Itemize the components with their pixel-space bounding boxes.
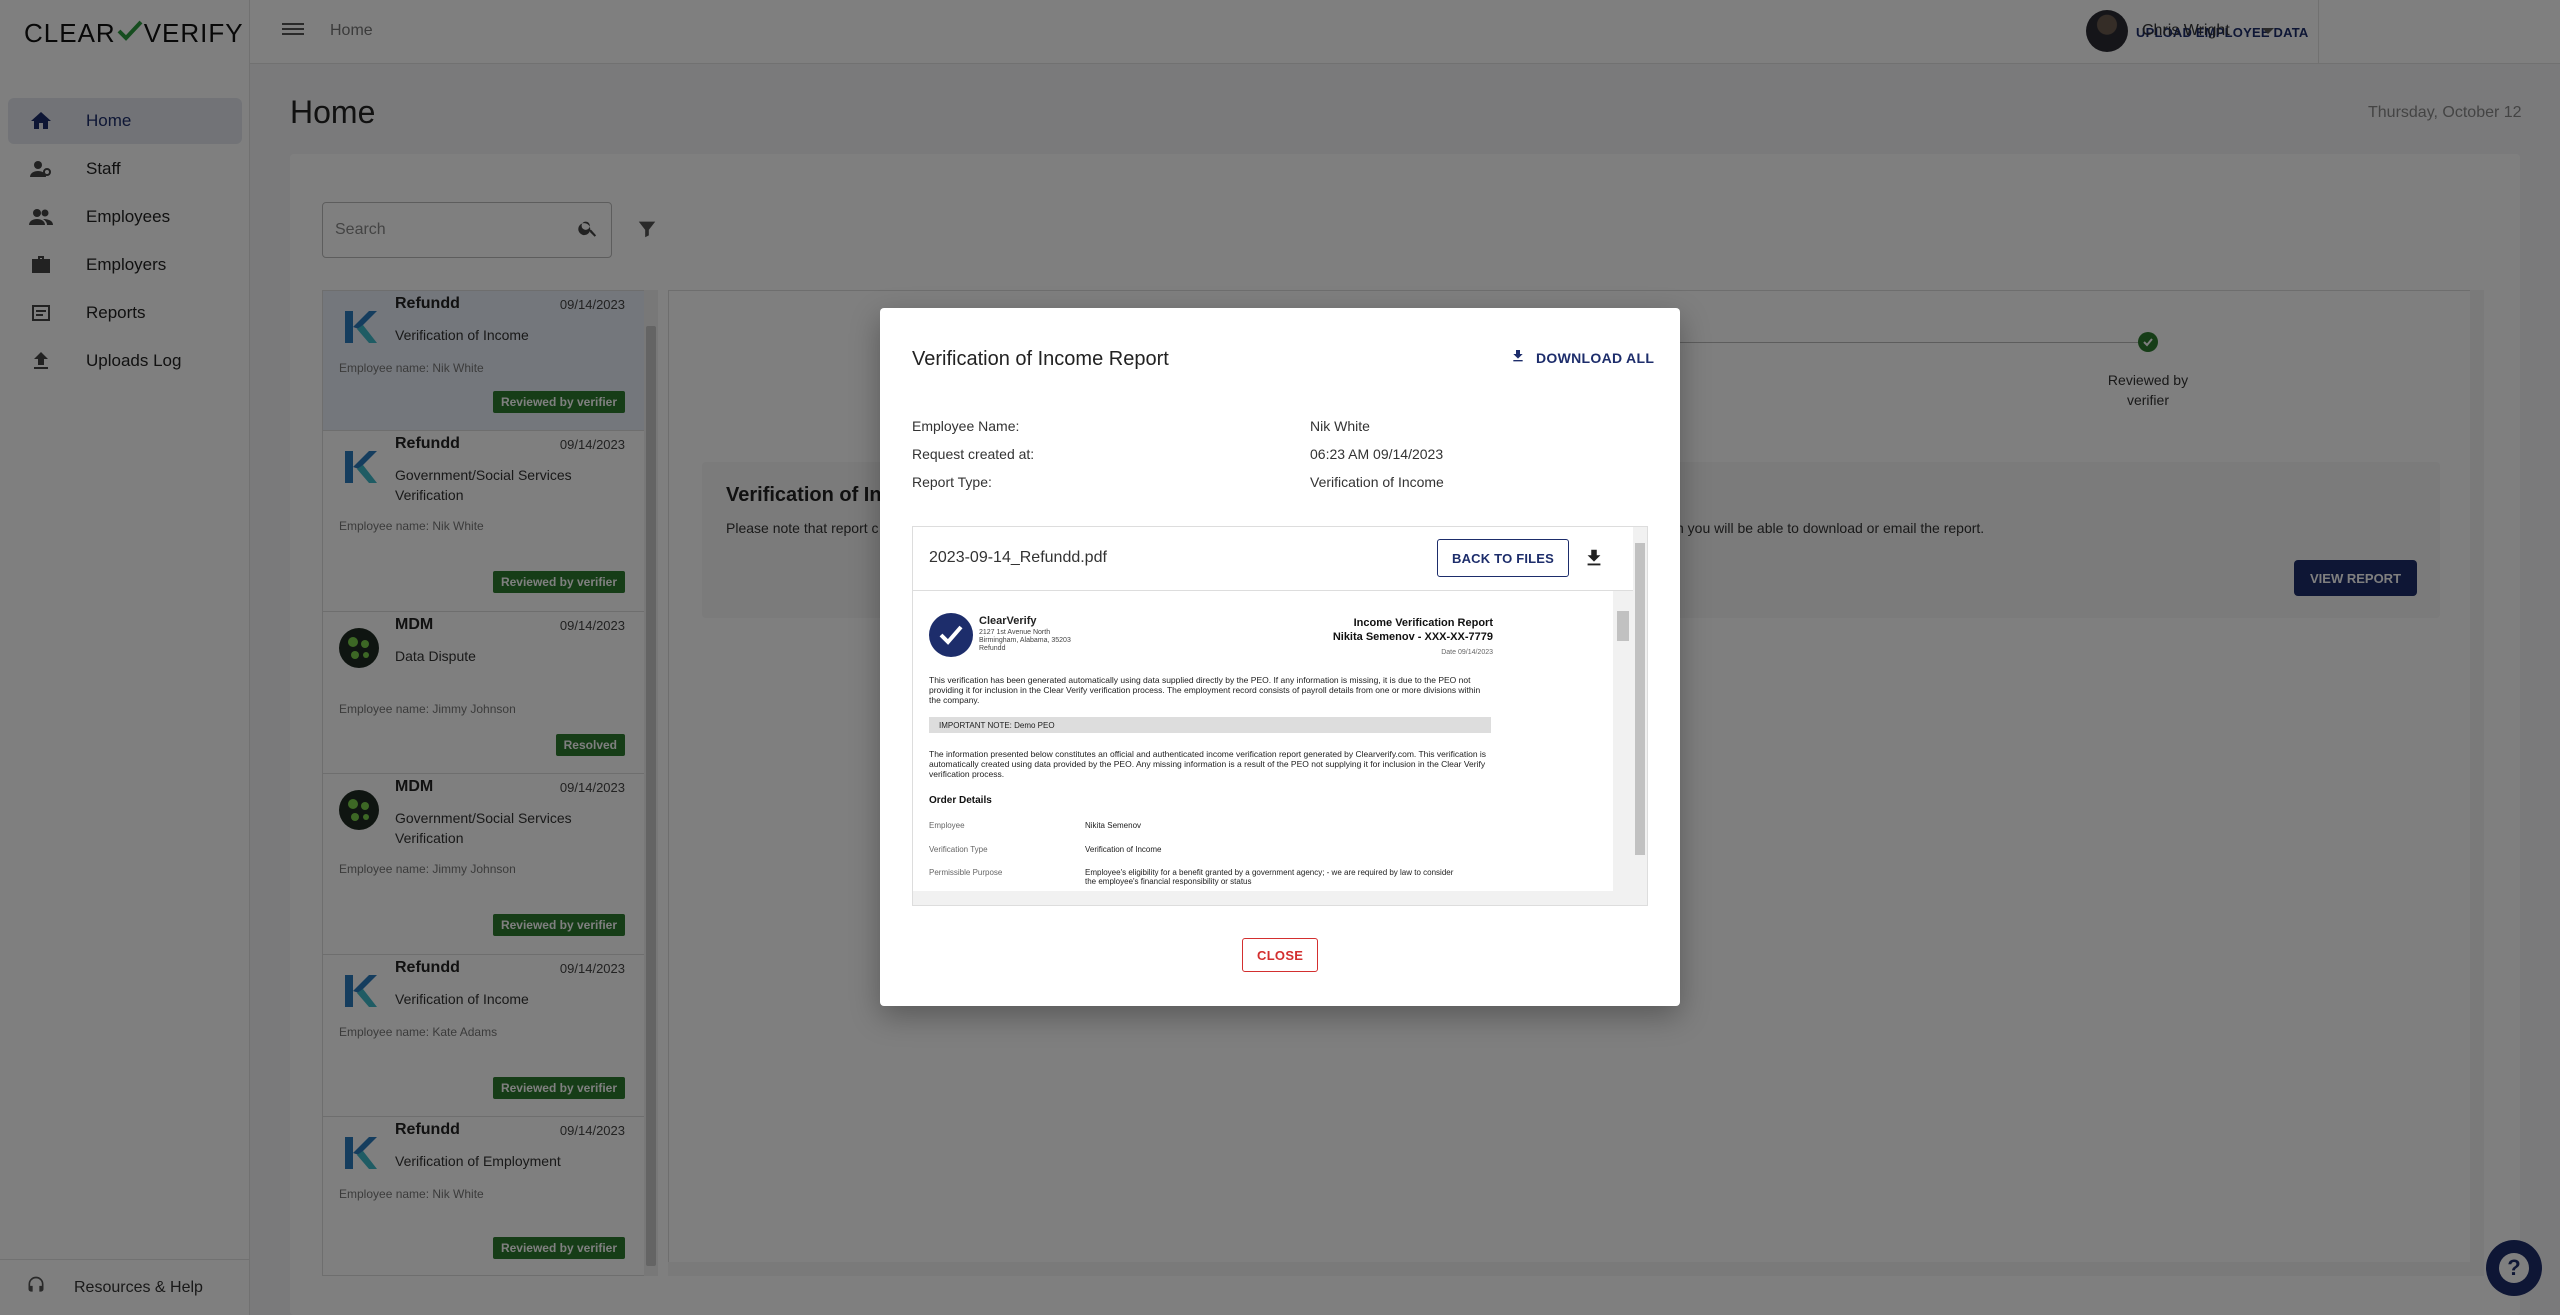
pdf-order-value: Nikita Semenov <box>1085 821 1142 830</box>
pdf-order-key: Verification Type <box>929 845 988 854</box>
viewer-scrollbar[interactable] <box>1633 527 1647 905</box>
download-icon[interactable] <box>1583 547 1605 569</box>
pdf-paragraph: This verification has been generated aut… <box>929 675 1481 705</box>
file-viewer: 2023-09-14_Refundd.pdf BACK TO FILES Cle… <box>912 526 1648 906</box>
pdf-order-heading: Order Details <box>929 795 992 806</box>
dialog-title: Verification of Income Report <box>912 348 1169 370</box>
download-icon <box>1510 348 1536 367</box>
pdf-order-value: Verification of Income <box>1085 845 1162 854</box>
request-created-value: 06:23 AM 09/14/2023 <box>1310 446 1444 462</box>
pdf-address-line: Refundd <box>979 645 1006 652</box>
pdf-order-value: Employee's eligibility for a benefit gra… <box>1085 868 1454 886</box>
pdf-address: 2127 1st Avenue North Birmingham, Alabam… <box>979 629 1079 653</box>
close-button[interactable]: CLOSE <box>1242 938 1319 972</box>
pdf-paragraph: The information presented below constitu… <box>929 749 1487 779</box>
field-label: Request created at: <box>912 446 1035 462</box>
pdf-important-note: IMPORTANT NOTE: Demo PEO <box>929 717 1491 733</box>
clearverify-seal-icon <box>929 613 973 657</box>
pdf-scrollbar-vertical[interactable] <box>1613 591 1633 891</box>
pdf-subject: Nikita Semenov - XXX-XX-7779 <box>1332 631 1493 643</box>
download-all-button[interactable]: DOWNLOAD ALL <box>1510 348 1654 367</box>
pdf-date: Date 09/14/2023 <box>1441 649 1493 656</box>
pdf-order-key: Employee <box>929 821 965 830</box>
pdf-brand: ClearVerify <box>979 615 1037 627</box>
download-all-label: DOWNLOAD ALL <box>1536 349 1655 366</box>
pdf-title: Income Verification Report <box>1353 617 1493 629</box>
verification-report-dialog: Verification of Income Report DOWNLOAD A… <box>880 308 1680 1006</box>
pdf-order-key: Permissible Purpose <box>929 868 1003 877</box>
pdf-address-line: Birmingham, Alabama, 35203 <box>979 637 1071 644</box>
file-name: 2023-09-14_Refundd.pdf <box>929 549 1107 566</box>
report-type-value: Verification of Income <box>1310 474 1444 490</box>
pdf-preview[interactable]: ClearVerify 2127 1st Avenue North Birmin… <box>913 591 1633 893</box>
back-to-files-button[interactable]: BACK TO FILES <box>1437 539 1570 577</box>
pdf-address-line: 2127 1st Avenue North <box>979 629 1051 636</box>
file-viewer-header: 2023-09-14_Refundd.pdf BACK TO FILES <box>913 527 1633 591</box>
employee-name-value: Nik White <box>1310 418 1370 434</box>
field-label: Employee Name: <box>912 418 1020 434</box>
pdf-scrollbar-horizontal[interactable] <box>913 891 1633 905</box>
field-label: Report Type: <box>912 474 992 490</box>
